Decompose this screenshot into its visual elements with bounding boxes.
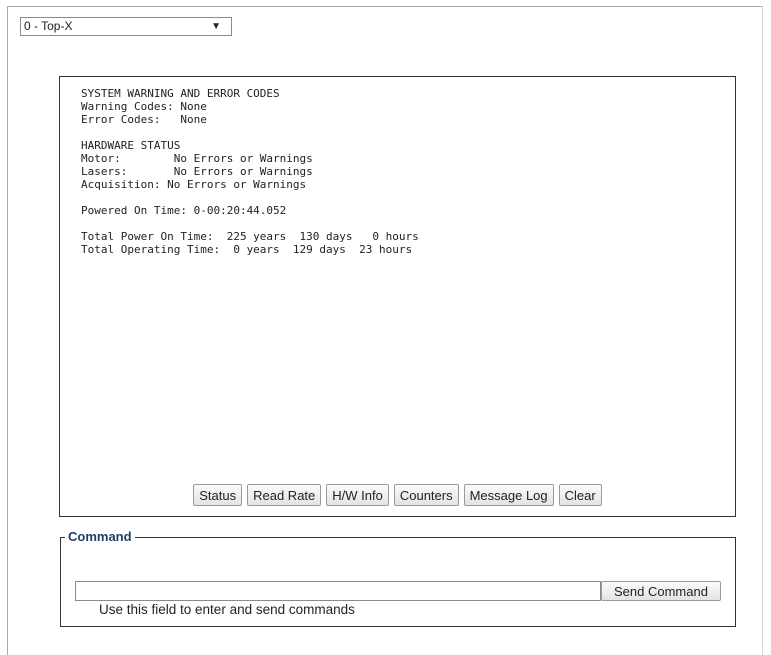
- clear-button[interactable]: Clear: [558, 484, 602, 506]
- device-select-value: 0 - Top-X: [24, 19, 73, 33]
- command-legend: Command: [65, 529, 135, 545]
- status-line: Total Power On Time: 225 years 130 days …: [81, 230, 419, 243]
- status-line: Acquisition: No Errors or Warnings: [81, 178, 307, 191]
- status-button[interactable]: Status: [193, 484, 243, 506]
- counters-button[interactable]: Counters: [393, 484, 459, 506]
- status-line: Lasers: No Errors or Warnings: [81, 165, 313, 178]
- command-helper-text: Use this field to enter and send command…: [99, 602, 355, 617]
- status-line: HARDWARE STATUS: [81, 139, 181, 152]
- status-output: SYSTEM WARNING AND ERROR CODES Warning C…: [81, 87, 419, 256]
- status-line: Motor: No Errors or Warnings: [81, 152, 313, 165]
- device-select[interactable]: 0 - Top-X ▼: [20, 17, 232, 36]
- read-rate-button[interactable]: Read Rate: [247, 484, 322, 506]
- status-panel: SYSTEM WARNING AND ERROR CODES Warning C…: [59, 76, 736, 517]
- message-log-button[interactable]: Message Log: [463, 484, 554, 506]
- dropdown-arrow-icon: ▼: [211, 21, 221, 32]
- command-input[interactable]: [75, 581, 601, 601]
- command-group: Command Send Command Use this field to e…: [60, 529, 736, 627]
- hw-info-button[interactable]: H/W Info: [326, 484, 389, 506]
- status-line: Error Codes: None: [81, 113, 207, 126]
- status-button-bar: Status Read Rate H/W Info Counters Messa…: [60, 484, 735, 506]
- send-command-button[interactable]: Send Command: [601, 581, 721, 601]
- status-line: Total Operating Time: 0 years 129 days 2…: [81, 243, 413, 256]
- status-line: Warning Codes: None: [81, 100, 207, 113]
- status-line: Powered On Time: 0-00:20:44.052: [81, 204, 287, 217]
- status-line: SYSTEM WARNING AND ERROR CODES: [81, 87, 280, 100]
